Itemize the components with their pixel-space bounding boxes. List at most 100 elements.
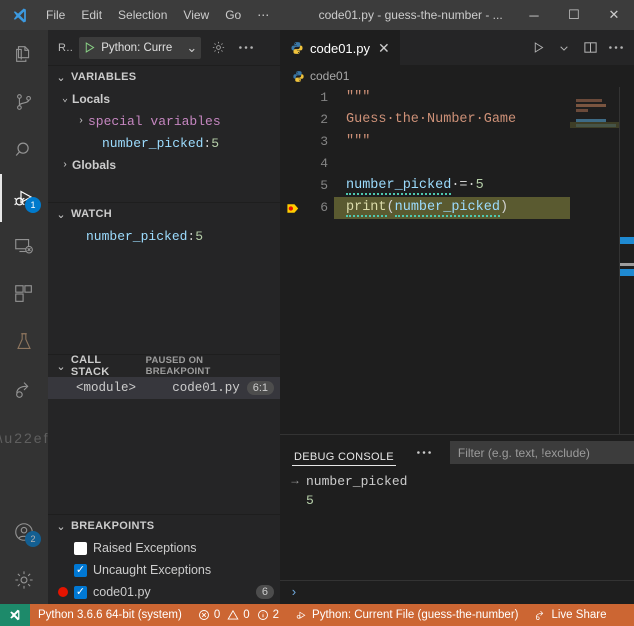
code-token: number_picked <box>346 178 451 195</box>
call-stack-frame-row[interactable]: <module> code01.py 6:1 <box>48 377 280 399</box>
activity-settings-gear-icon[interactable] <box>0 556 48 604</box>
maximize-button[interactable]: ☐ <box>554 0 594 30</box>
breadcrumb-file-label: code01 <box>310 69 349 83</box>
menu-edit[interactable]: Edit <box>73 5 110 25</box>
activity-run-and-debug-icon[interactable]: 1 <box>0 174 48 222</box>
tree-item-number-picked[interactable]: number_picked: 5 <box>48 132 280 154</box>
breakpoints-header[interactable]: ⌄ BREAKPOINTS <box>48 515 280 537</box>
call-stack-frame-name: <module> <box>54 381 136 395</box>
debug-console-filter-input[interactable]: Filter (e.g. text, !exclude) <box>450 441 634 464</box>
chevron-down-icon[interactable]: ⌄ <box>58 93 72 105</box>
vscode-logo-icon <box>0 0 38 30</box>
code-token: ) <box>500 200 508 215</box>
breakpoints-title: BREAKPOINTS <box>71 520 154 532</box>
minimap[interactable] <box>570 87 620 434</box>
debug-more-actions-icon[interactable] <box>235 37 257 59</box>
activity-live-share-icon[interactable] <box>0 366 48 414</box>
section-watch: ⌄ WATCH number_picked: 5 <box>48 202 280 354</box>
breakpoint-checkbox[interactable]: ✓ <box>74 586 87 599</box>
live-share-icon <box>534 609 547 622</box>
activity-explorer-icon[interactable] <box>0 30 48 78</box>
breakpoint-current-line-icon[interactable] <box>280 201 306 216</box>
menu-go[interactable]: Go <box>217 5 249 25</box>
status-remote-indicator[interactable] <box>0 604 30 626</box>
activity-source-control-icon[interactable] <box>0 78 48 126</box>
variable-separator: : <box>203 136 211 151</box>
activity-extensions-icon[interactable] <box>0 270 48 318</box>
status-bar: Python 3.6.6 64-bit (system) 0 0 2 Pytho… <box>0 604 634 626</box>
tab-debug-console[interactable]: DEBUG CONSOLE <box>280 435 408 470</box>
watch-item[interactable]: number_picked: 5 <box>48 225 280 247</box>
breadcrumb[interactable]: code01 <box>280 65 634 87</box>
activity-remote-explorer-icon[interactable] <box>0 222 48 270</box>
debug-config-label: Python: Curre <box>101 42 181 54</box>
editor-tab-actions <box>526 30 634 65</box>
code-token: """ <box>346 90 370 105</box>
breakpoint-row[interactable]: Raised Exceptions <box>48 537 280 559</box>
tree-item-globals[interactable]: › Globals <box>48 154 280 176</box>
editor-more-actions-icon[interactable] <box>604 36 628 60</box>
activity-more-icon[interactable]: \u22ef <box>0 414 48 462</box>
editor-tab-code01[interactable]: code01.py ✕ <box>280 30 400 65</box>
panel-more-actions-icon[interactable] <box>408 435 440 470</box>
menu-view[interactable]: View <box>175 5 217 25</box>
breakpoint-row[interactable]: ✓ code01.py 6 <box>48 581 280 603</box>
watch-value: 5 <box>195 229 203 244</box>
activity-accounts-icon[interactable]: 2 <box>0 508 48 556</box>
line-number: 4 <box>306 153 334 175</box>
tree-item-special-variables[interactable]: › special variables <box>48 110 280 132</box>
split-editor-icon[interactable] <box>578 36 602 60</box>
status-python-version[interactable]: Python 3.6.6 64-bit (system) <box>30 604 190 626</box>
run-debug-badge: 1 <box>25 197 41 213</box>
console-entry: 5 <box>280 491 634 510</box>
watch-header[interactable]: ⌄ WATCH <box>48 203 280 225</box>
special-variables-label: special variables <box>88 114 221 129</box>
status-live-share[interactable]: Live Share <box>526 604 614 626</box>
python-file-icon <box>292 70 305 83</box>
editor-tab-label: code01.py <box>310 41 370 56</box>
menu-file[interactable]: File <box>38 5 73 25</box>
run-python-file-icon[interactable] <box>526 36 550 60</box>
call-stack-header[interactable]: ⌄ CALL STACK PAUSED ON BREAKPOINT <box>48 355 280 377</box>
minimize-button[interactable]: ─ <box>514 0 554 30</box>
watch-list: number_picked: 5 <box>48 225 280 247</box>
status-debug-config-label: Python: Current File (guess-the-number) <box>312 609 518 621</box>
run-debug-icon <box>295 609 308 622</box>
debug-console-input[interactable]: › <box>280 580 634 604</box>
breakpoint-checkbox[interactable]: ✓ <box>74 564 87 577</box>
status-problems[interactable]: 0 0 2 <box>190 604 287 626</box>
tree-item-locals[interactable]: ⌄ Locals <box>48 88 280 110</box>
variables-tree: ⌄ Locals › special variables number_pick… <box>48 88 280 202</box>
activity-testing-icon[interactable] <box>0 318 48 366</box>
debug-sidebar-title: R.. <box>58 42 73 54</box>
debug-console-output[interactable]: → number_picked 5 <box>280 470 634 580</box>
start-debugging-icon[interactable] <box>83 41 96 54</box>
watch-expression: number_picked <box>86 229 187 244</box>
debug-settings-gear-icon[interactable] <box>207 37 229 59</box>
error-count: 0 <box>214 609 220 621</box>
python-file-icon <box>290 41 304 55</box>
breakpoint-row[interactable]: ✓ Uncaught Exceptions <box>48 559 280 581</box>
chevron-down-icon[interactable]: ⌄ <box>186 44 197 52</box>
menu-selection[interactable]: Selection <box>110 5 175 25</box>
chevron-right-icon[interactable]: › <box>58 160 72 171</box>
close-button[interactable]: ✕ <box>594 0 634 30</box>
overview-ruler-scrollbar[interactable] <box>620 87 634 434</box>
variables-header[interactable]: ⌄ VARIABLES <box>48 66 280 88</box>
activity-search-icon[interactable] <box>0 126 48 174</box>
vscode-window: File Edit Selection View Go ⋯ code01.py … <box>0 0 634 626</box>
run-options-chevron-down-icon[interactable] <box>552 36 576 60</box>
warning-icon <box>227 609 239 621</box>
line-number: 1 <box>306 87 334 109</box>
code-token: ·=· <box>451 178 475 193</box>
code-token: print <box>346 200 387 217</box>
chevron-right-icon[interactable]: › <box>74 116 88 127</box>
debug-configuration-select[interactable]: Python: Curre ⌄ <box>79 37 201 59</box>
close-tab-icon[interactable]: ✕ <box>378 40 390 57</box>
status-debug-config[interactable]: Python: Current File (guess-the-number) <box>287 604 526 626</box>
code-editor[interactable]: 1"""2Guess·the·Number·Game3"""45number_p… <box>280 87 634 434</box>
menu-more[interactable]: ⋯ <box>249 5 277 25</box>
breakpoint-checkbox[interactable] <box>74 542 87 555</box>
section-call-stack: ⌄ CALL STACK PAUSED ON BREAKPOINT <modul… <box>48 354 280 514</box>
code-token: """ <box>346 134 370 149</box>
